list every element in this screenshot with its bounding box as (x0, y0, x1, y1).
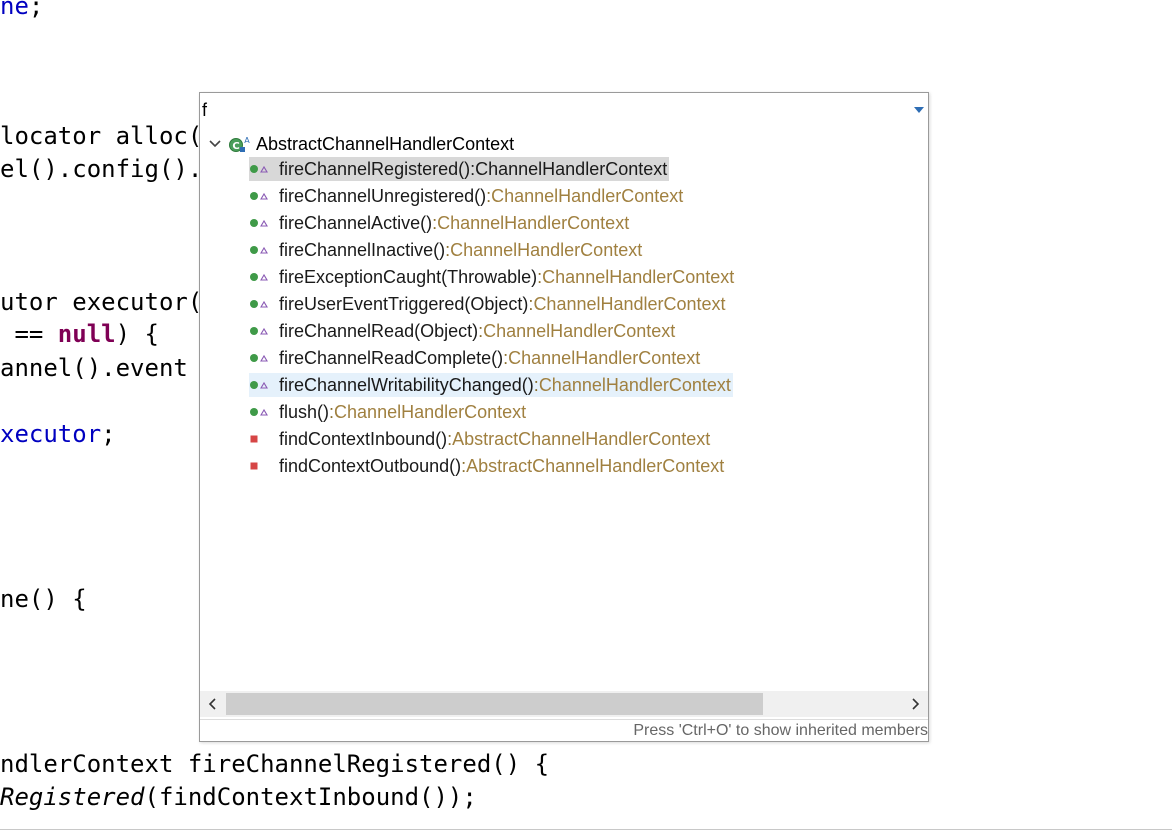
abstract-class-icon: C A (229, 136, 250, 152)
svg-text:A: A (244, 136, 250, 145)
code-token: xecutor (0, 420, 102, 448)
code-line: annel().event (0, 354, 188, 382)
code-token: locator alloc( (0, 122, 203, 150)
outline-member-row[interactable]: fireChannelActive() : ChannelHandlerCont… (249, 211, 631, 235)
member-return-type: ChannelHandlerContext (533, 293, 726, 314)
svg-text:C: C (232, 141, 239, 152)
outline-member-row[interactable]: fireChannelUnregistered() : ChannelHandl… (249, 184, 685, 208)
member-return-type: ChannelHandlerContext (542, 266, 735, 287)
outline-filter-input[interactable] (202, 97, 892, 123)
public-method-icon (250, 354, 268, 362)
public-method-icon (250, 192, 268, 200)
public-method-icon (250, 327, 268, 335)
public-method-icon (250, 246, 268, 254)
outline-member-row[interactable]: fireChannelReadComplete() : ChannelHandl… (249, 346, 702, 370)
member-return-type: ChannelHandlerContext (437, 212, 630, 233)
view-menu-icon[interactable] (914, 107, 924, 113)
code-line: xecutor; (0, 420, 116, 448)
member-name: fireChannelActive() (279, 212, 433, 233)
code-token: ) { (115, 320, 159, 348)
code-line: == null) { (0, 320, 159, 348)
filter-row (200, 93, 928, 127)
public-method-icon (250, 408, 268, 416)
outline-member-row[interactable]: fireChannelInactive() : ChannelHandlerCo… (249, 238, 644, 262)
code-token: ; (28, 0, 44, 20)
code-line: locator alloc( (0, 122, 202, 150)
private-method-icon (250, 462, 258, 470)
code-line: Registered(findContextInbound()); (0, 783, 477, 811)
public-method-icon (250, 300, 268, 308)
member-return-type: ChannelHandlerContext (475, 158, 668, 179)
scroll-left-arrow-icon[interactable] (200, 691, 226, 717)
editor-bottom-border (0, 829, 1172, 830)
tree-root-node[interactable]: C A AbstractChannelHandlerContext (208, 131, 514, 157)
member-name: findContextOutbound() (279, 455, 462, 476)
code-token: ; (101, 420, 116, 448)
code-line: ne; (0, 0, 43, 20)
status-hint: Press 'Ctrl+O' to show inherited members (200, 719, 928, 741)
root-class-label: AbstractChannelHandlerContext (256, 133, 515, 154)
member-return-type: AbstractChannelHandlerContext (452, 428, 711, 449)
member-return-type: AbstractChannelHandlerContext (466, 455, 725, 476)
outline-member-row[interactable]: fireChannelRegistered() : ChannelHandler… (249, 157, 670, 181)
outline-member-row[interactable]: fireChannelRead(Object) : ChannelHandler… (249, 319, 677, 343)
chevron-down-icon[interactable] (208, 137, 222, 151)
member-name: fireUserEventTriggered(Object) (279, 293, 529, 314)
code-token: el().config(). (0, 155, 203, 183)
quick-outline-popup: C A AbstractChannelHandlerContext fireCh… (199, 92, 929, 742)
member-name: fireExceptionCaught(Throwable) (279, 266, 538, 287)
member-return-type: ChannelHandlerContext (491, 185, 684, 206)
public-method-icon (250, 219, 268, 227)
outline-member-row[interactable]: fireExceptionCaught(Throwable) : Channel… (249, 265, 736, 289)
member-name: fireChannelRead(Object) (279, 320, 479, 341)
scrollbar-thumb[interactable] (226, 693, 763, 715)
member-return-type: ChannelHandlerContext (450, 239, 643, 260)
code-token: annel().event (0, 354, 188, 382)
member-name: fireChannelUnregistered() (279, 185, 487, 206)
code-line: utor executor( (0, 288, 202, 316)
code-token: null (57, 320, 116, 348)
member-name: flush() (279, 401, 330, 422)
outline-member-row[interactable]: fireChannelWritabilityChanged() : Channe… (249, 373, 733, 397)
code-token: ndlerContext fireChannelRegistered() { (0, 750, 550, 778)
outline-tree[interactable]: C A AbstractChannelHandlerContext fireCh… (200, 127, 928, 690)
member-name: fireChannelInactive() (279, 239, 446, 260)
member-name: fireChannelWritabilityChanged() (279, 374, 534, 395)
code-token: Registered (0, 783, 145, 811)
member-return-type: ChannelHandlerContext (334, 401, 527, 422)
outline-member-row[interactable]: findContextOutbound() : AbstractChannelH… (249, 454, 726, 478)
code-line: ne() { (0, 585, 87, 613)
code-token: utor executor( (0, 288, 203, 316)
code-token: == (0, 320, 58, 348)
public-method-icon (250, 273, 268, 281)
code-line: el().config(). (0, 155, 202, 183)
member-name: fireChannelRegistered() (279, 158, 471, 179)
outline-member-row[interactable]: flush() : ChannelHandlerContext (249, 400, 528, 424)
member-return-type: ChannelHandlerContext (508, 347, 701, 368)
public-method-icon (250, 381, 268, 389)
outline-member-row[interactable]: fireUserEventTriggered(Object) : Channel… (249, 292, 728, 316)
code-token: ne (0, 0, 29, 20)
private-method-icon (250, 435, 258, 443)
outline-member-row[interactable]: findContextInbound() : AbstractChannelHa… (249, 427, 712, 451)
member-return-type: ChannelHandlerContext (483, 320, 676, 341)
code-token: (findContextInbound()); (144, 783, 477, 811)
public-method-icon (250, 165, 268, 173)
code-line: ndlerContext fireChannelRegistered() { (0, 750, 549, 778)
member-name: fireChannelReadComplete() (279, 347, 504, 368)
member-name: findContextInbound() (279, 428, 448, 449)
code-token: ne() { (0, 585, 87, 613)
horizontal-scrollbar[interactable] (200, 691, 928, 717)
scroll-right-arrow-icon[interactable] (902, 691, 928, 717)
member-return-type: ChannelHandlerContext (538, 374, 731, 395)
